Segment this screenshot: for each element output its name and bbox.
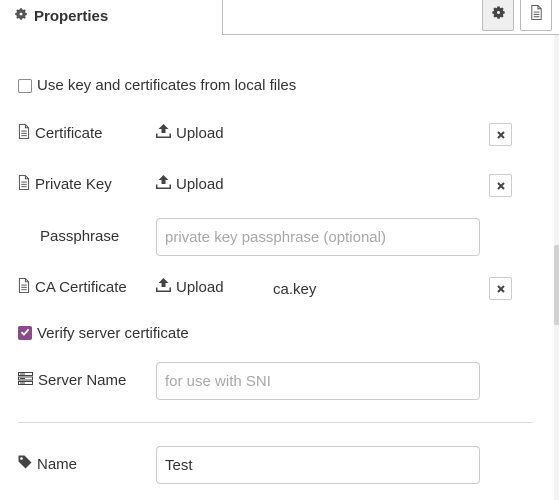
page-title: Properties xyxy=(34,7,109,25)
name-label-text: Name xyxy=(37,455,78,473)
certificate-label: Certificate xyxy=(18,123,103,143)
ca-certificate-upload-button[interactable]: Upload xyxy=(155,277,224,297)
ca-certificate-label: CA Certificate xyxy=(18,277,127,297)
scrollbar-thumb[interactable] xyxy=(554,245,559,325)
local-files-checkbox[interactable] xyxy=(18,79,32,93)
private-key-upload-label: Upload xyxy=(176,175,224,193)
certificate-upload-button[interactable]: Upload xyxy=(155,123,224,143)
tab-bar xyxy=(222,0,559,35)
ca-certificate-upload-label: Upload xyxy=(176,278,224,296)
server-name-input[interactable] xyxy=(156,362,480,400)
check-icon xyxy=(20,324,30,342)
server-icon xyxy=(18,371,33,389)
document-icon xyxy=(530,5,543,25)
gear-icon xyxy=(14,7,28,25)
ca-certificate-label-text: CA Certificate xyxy=(35,278,127,296)
upload-icon xyxy=(155,124,172,142)
tag-icon xyxy=(18,455,32,473)
close-icon xyxy=(496,280,505,298)
private-key-upload-button[interactable]: Upload xyxy=(155,174,224,194)
upload-icon xyxy=(155,278,172,296)
name-input[interactable] xyxy=(156,446,480,484)
private-key-label: Private Key xyxy=(18,174,112,194)
server-name-label-text: Server Name xyxy=(38,371,127,389)
file-icon xyxy=(18,123,30,143)
verify-server-label: Verify server certificate xyxy=(37,324,189,342)
certificate-upload-label: Upload xyxy=(176,124,224,142)
private-key-clear-button[interactable] xyxy=(489,174,512,197)
properties-header: Properties xyxy=(14,6,108,26)
certificate-clear-button[interactable] xyxy=(489,123,512,146)
file-icon xyxy=(18,174,30,194)
passphrase-label: Passphrase xyxy=(40,227,120,245)
private-key-label-text: Private Key xyxy=(35,175,112,193)
upload-icon xyxy=(155,175,172,193)
section-divider xyxy=(18,422,532,423)
verify-server-checkbox[interactable] xyxy=(18,326,32,340)
ca-certificate-filename: ca.key xyxy=(273,280,317,298)
file-icon xyxy=(18,277,30,297)
certificate-label-text: Certificate xyxy=(35,124,103,142)
close-icon xyxy=(496,126,505,144)
ca-certificate-clear-button[interactable] xyxy=(489,277,512,300)
tab-properties[interactable] xyxy=(482,0,514,31)
server-name-label: Server Name xyxy=(18,370,126,390)
tab-description[interactable] xyxy=(520,0,552,31)
passphrase-input[interactable] xyxy=(156,218,480,256)
local-files-label: Use key and certificates from local file… xyxy=(37,76,297,94)
name-label: Name xyxy=(18,454,77,474)
close-icon xyxy=(496,177,505,195)
gear-icon xyxy=(491,5,506,25)
